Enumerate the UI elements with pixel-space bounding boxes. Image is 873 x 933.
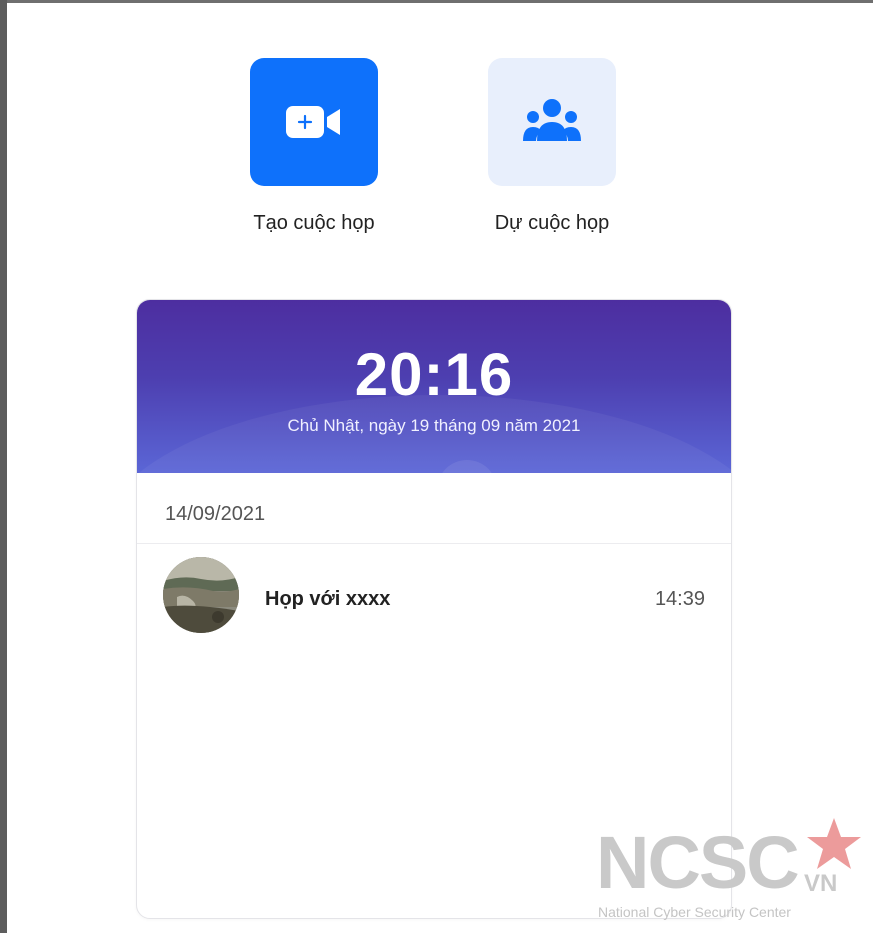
watermark-vn: VN	[804, 870, 838, 897]
ncsc-watermark: NCSC VN National Cyber Security Center	[596, 812, 866, 927]
create-meeting-button[interactable]	[250, 58, 378, 186]
join-meeting-label: Dự cuộc họp	[494, 212, 610, 234]
avatar	[163, 557, 239, 633]
landscape-photo-icon	[163, 557, 239, 633]
join-meeting-button[interactable]	[488, 58, 616, 186]
list-item[interactable]: Họp với xxxx 14:39	[137, 544, 731, 644]
window-top-border	[0, 0, 873, 3]
meeting-date-label: 14/09/2021	[165, 503, 266, 525]
watermark-subtitle: National Cyber Security Center	[598, 904, 791, 920]
video-camera-plus-icon	[286, 106, 340, 138]
create-meeting-label: Tạo cuộc họp	[253, 212, 375, 234]
meeting-time: 14:39	[654, 588, 705, 610]
meeting-date-header: 14/09/2021	[137, 473, 731, 544]
star-icon	[807, 818, 861, 869]
people-group-icon	[523, 99, 581, 141]
watermark-logo: NCSC	[596, 821, 800, 904]
current-time: 20:16	[354, 341, 514, 408]
clock-header: 20:16 Chủ Nhật, ngày 19 tháng 09 năm 202…	[137, 300, 731, 473]
current-date: Chủ Nhật, ngày 19 tháng 09 năm 2021	[287, 416, 581, 435]
window-left-border	[0, 0, 7, 933]
meeting-title: Họp với xxxx	[265, 588, 391, 610]
